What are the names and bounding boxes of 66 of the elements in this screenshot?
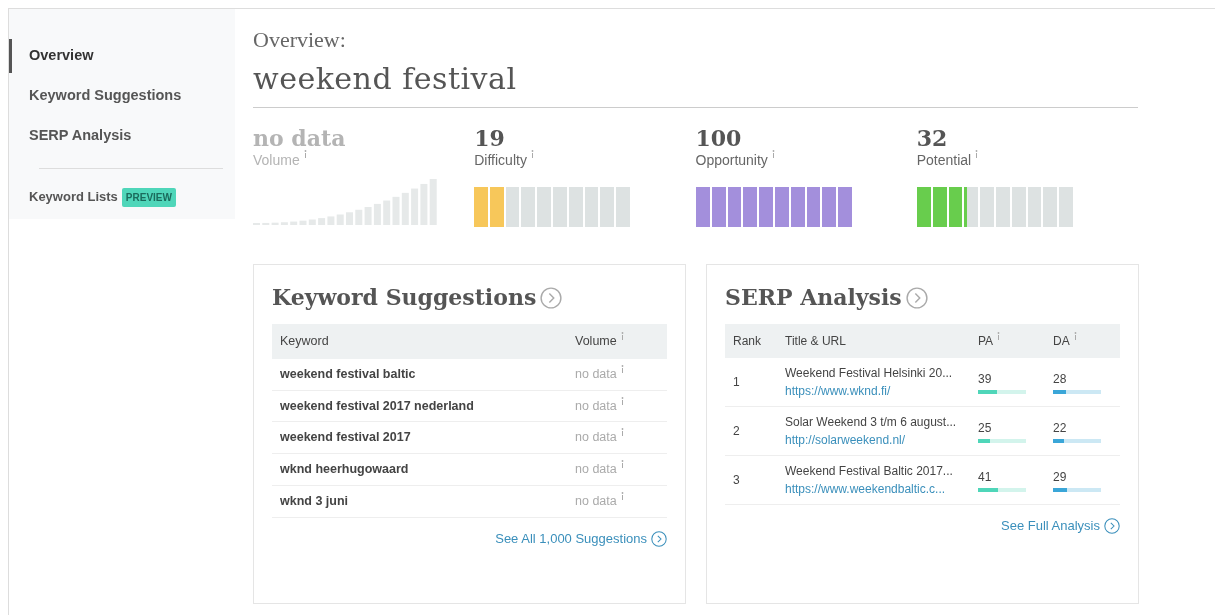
metric-label: Volume (253, 152, 300, 169)
keyword-cell: wknd 3 juni (280, 493, 349, 508)
sidebar-item[interactable]: Overview (9, 39, 235, 73)
result-url[interactable]: http://solarweekend.nl/ (785, 431, 962, 450)
card-title: Keyword Suggestions (272, 283, 537, 313)
chevron-circle-icon[interactable] (905, 286, 928, 309)
sidebar-item[interactable]: Keyword Suggestions (9, 78, 235, 113)
info-icon[interactable] (530, 150, 534, 159)
column-header: DA (1053, 334, 1070, 349)
metric-value: 19 (474, 126, 506, 151)
result-url[interactable]: https://www.weekendbaltic.c... (785, 480, 962, 499)
volume-cell: no data (575, 462, 617, 477)
column-header: PA (978, 334, 994, 349)
result-url[interactable]: https://www.wknd.fi/ (785, 382, 962, 401)
chevron-circle-icon[interactable] (540, 286, 563, 309)
info-icon[interactable] (997, 332, 1001, 341)
metric-value: 32 (916, 126, 949, 151)
info-icon[interactable] (1073, 332, 1077, 341)
metric-value: no data (253, 126, 347, 151)
info-icon[interactable] (771, 150, 775, 159)
preview-tag: PREVIEW (121, 187, 176, 207)
metric-value: 100 (695, 126, 743, 151)
volume-cell: no data (575, 493, 617, 508)
result-title: Solar Weekend 3 t/m 6 august... (785, 414, 958, 432)
chevron-circle-icon[interactable] (1104, 518, 1120, 535)
keyword-cell: weekend festival 2017 nederland (280, 398, 474, 413)
result-title: Weekend Festival Helsinki 20... (785, 365, 954, 383)
card-title: SERP Analysis (725, 283, 902, 313)
rank-cell: 2 (733, 424, 740, 439)
sidebar-item[interactable]: SERP Analysis (9, 118, 235, 153)
keyword-cell: weekend festival baltic (280, 366, 416, 381)
see-all-link[interactable]: See All 1,000 Suggestions (495, 530, 647, 546)
result-title: Weekend Festival Baltic 2017... (785, 463, 954, 481)
score-value: 22 (1053, 420, 1068, 438)
keyword-cell: weekend festival 2017 (280, 430, 411, 445)
info-icon[interactable] (620, 428, 624, 437)
info-icon[interactable] (620, 364, 624, 373)
keyword-cell: wknd heerhugowaard (280, 462, 409, 477)
page-subtitle: Overview: (253, 26, 347, 54)
score-value: 25 (978, 420, 993, 438)
score-value: 29 (1053, 469, 1068, 487)
info-icon[interactable] (620, 460, 624, 469)
rank-cell: 1 (733, 375, 740, 390)
metric-label: Opportunity (695, 152, 768, 169)
volume-cell: no data (575, 366, 617, 381)
volume-cell: no data (575, 398, 617, 413)
info-icon[interactable] (620, 491, 624, 500)
info-icon[interactable] (975, 150, 979, 159)
chevron-circle-icon[interactable] (651, 531, 667, 547)
info-icon[interactable] (620, 396, 624, 405)
info-icon[interactable] (303, 150, 307, 159)
page-title: weekend festival (253, 60, 518, 98)
metric-label: Difficulty (474, 152, 527, 169)
column-header: Title & URL (785, 334, 846, 349)
rank-cell: 3 (733, 473, 740, 488)
info-icon[interactable] (620, 332, 624, 341)
score-value: 28 (1053, 371, 1068, 389)
column-header: Volume (575, 334, 617, 349)
column-header: Keyword (280, 334, 329, 349)
metric-label: Potential (916, 152, 972, 169)
sidebar-item[interactable]: Keyword Lists (29, 187, 118, 207)
volume-cell: no data (575, 430, 617, 445)
score-value: 39 (978, 371, 993, 389)
column-header: Rank (733, 334, 761, 349)
score-value: 41 (978, 469, 993, 487)
see-full-link[interactable]: See Full Analysis (1001, 518, 1100, 534)
